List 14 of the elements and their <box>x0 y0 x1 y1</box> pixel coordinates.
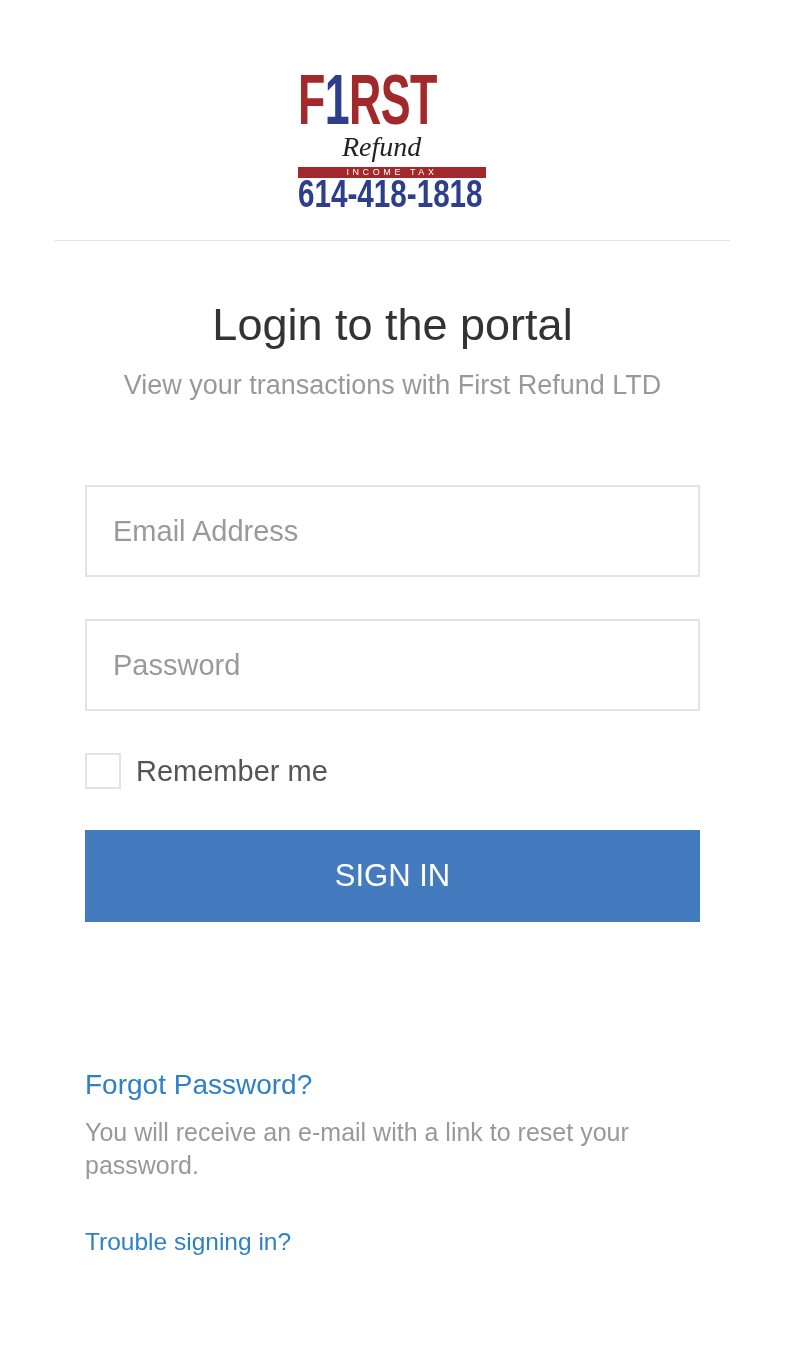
logo-script-text: Refund <box>342 132 422 162</box>
logo-phone-number: 614-418-1818 <box>298 178 483 210</box>
remember-checkbox[interactable] <box>85 752 121 789</box>
forgot-password-link[interactable]: Forgot Password? <box>85 1067 313 1103</box>
input-field[interactable]: Email Address <box>85 485 700 577</box>
reset-note: You will receive an e-mail with a link to reset your password. <box>85 1117 630 1181</box>
remember-label: Remember me <box>136 753 328 789</box>
sign-in-button[interactable]: SIGN IN <box>85 830 700 922</box>
input-field[interactable]: Password <box>85 619 700 711</box>
logo-band: INCOME TAX <box>298 167 486 178</box>
page-subtitle: View your transactions with First Refund LTD <box>123 369 662 402</box>
trouble-signing-in-link[interactable]: Trouble signing in? <box>85 1227 292 1257</box>
logo-wordmark: F1RST <box>298 68 437 132</box>
page-title: Login to the portal <box>212 298 573 352</box>
